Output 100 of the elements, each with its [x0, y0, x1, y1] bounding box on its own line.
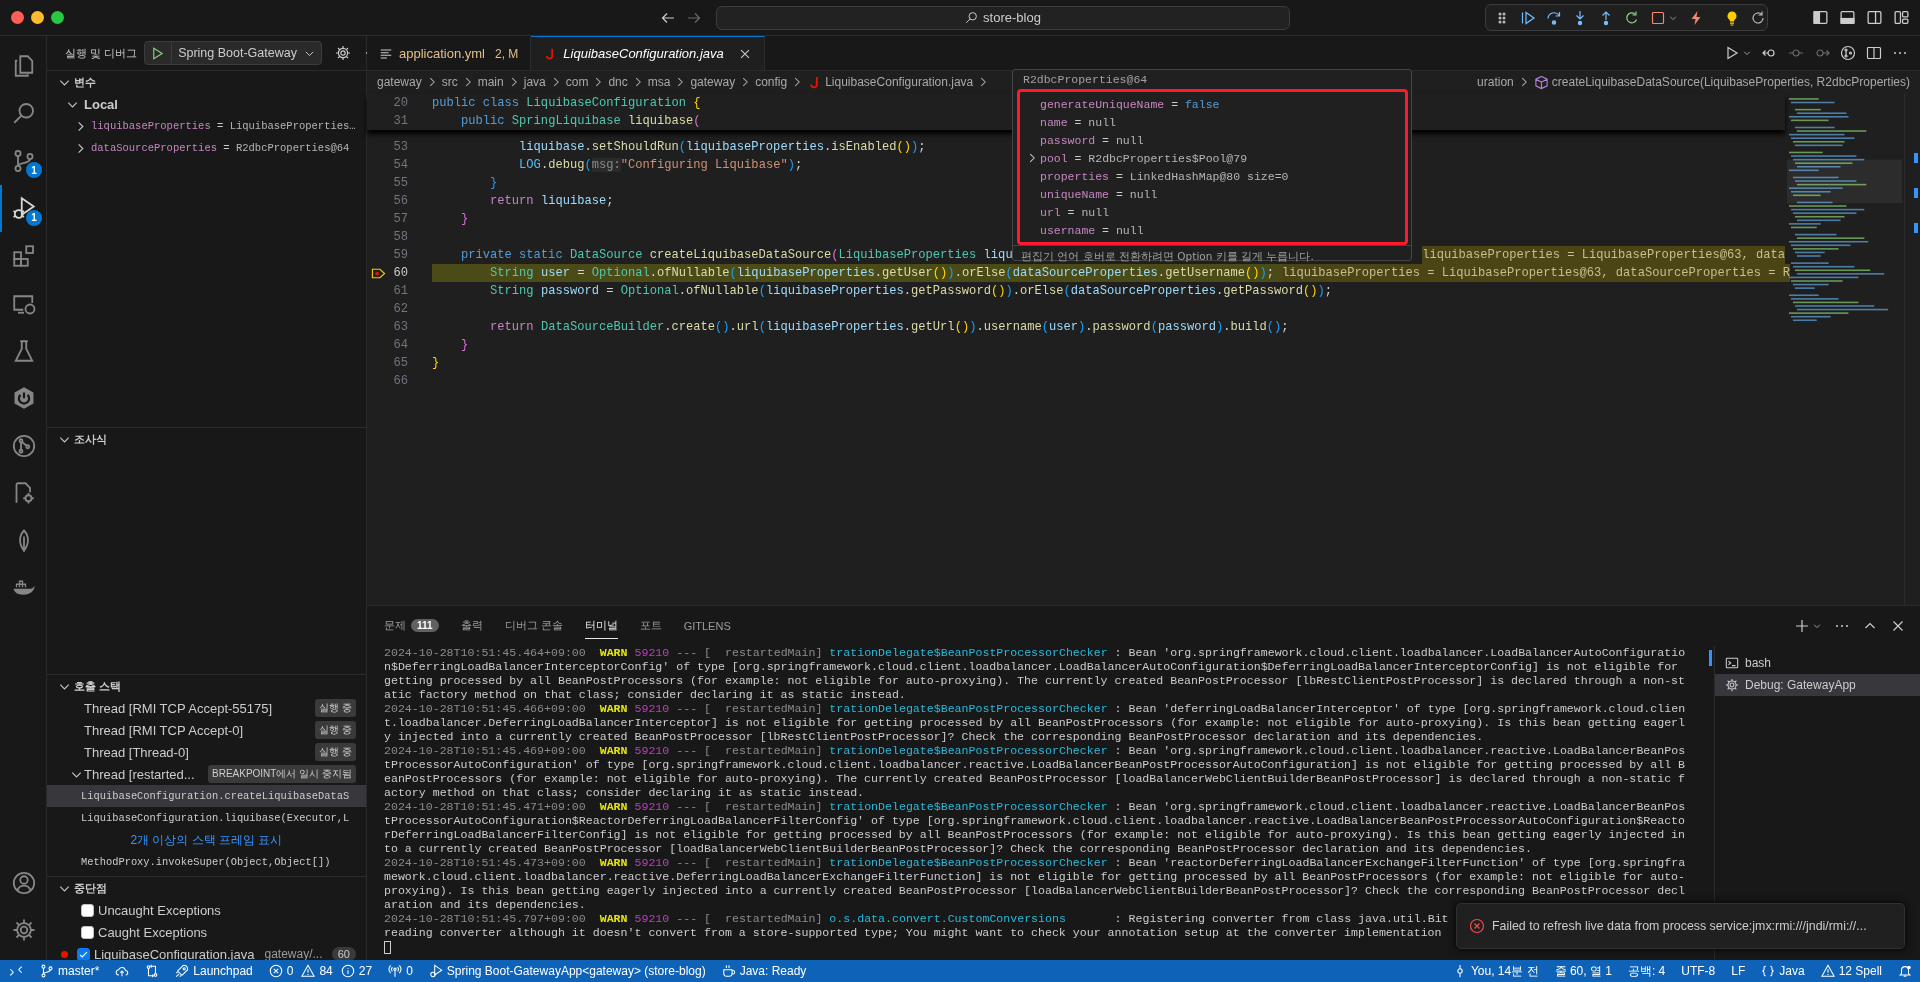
panel-toggle-icon[interactable]	[1839, 9, 1856, 26]
secondary-sidebar-icon[interactable]	[1866, 9, 1883, 26]
property-entry[interactable]: generateUniqueName = false	[1040, 97, 1220, 111]
breadcrumb-item[interactable]: gateway	[690, 75, 736, 89]
window-minimize-button[interactable]	[31, 11, 44, 24]
refresh-icon[interactable]	[1750, 9, 1766, 26]
breakpoint-label[interactable]: Uncaught Exceptions	[98, 902, 221, 918]
status-item[interactable]: 줄 60, 열 1	[1546, 960, 1620, 982]
property-entry[interactable]: password = null	[1040, 133, 1144, 147]
section-header[interactable]: 변수	[74, 74, 96, 90]
status-item[interactable]: Java: Ready	[713, 960, 815, 982]
scope-label[interactable]: Local	[84, 96, 118, 112]
line-number: 60	[392, 266, 408, 280]
property-entry[interactable]: pool = R2dbcProperties$Pool@79	[1040, 151, 1248, 165]
terminal-session[interactable]: Debug: GatewayApp	[1715, 674, 1920, 696]
panel-tab[interactable]: 디버그 콘솔	[504, 613, 563, 639]
run-icon[interactable]	[1724, 45, 1740, 61]
bell-icon[interactable]	[1898, 964, 1912, 978]
window-zoom-button[interactable]	[51, 11, 64, 24]
command-center[interactable]: store-blog	[716, 5, 1290, 30]
compare-icon[interactable]	[145, 964, 160, 978]
property-entry[interactable]: properties = LinkedHashMap@80 size=0	[1040, 169, 1289, 183]
section-header[interactable]: 중단점	[74, 880, 107, 896]
status-item[interactable]: Java	[1753, 960, 1813, 982]
property-entry[interactable]: uniqueName = null	[1040, 187, 1158, 201]
panel-tab[interactable]: 포트	[639, 613, 662, 639]
settings-icon[interactable]	[12, 918, 36, 943]
account-icon[interactable]	[12, 870, 36, 895]
launch-config-dropdown[interactable]: Spring Boot-Gateway	[144, 41, 322, 65]
panel-tab[interactable]: 터미널	[584, 613, 618, 639]
checkbox[interactable]	[81, 903, 94, 917]
variable-entry[interactable]: dataSourceProperties = R2dbcProperties@64	[91, 142, 350, 154]
settings-icon[interactable]	[334, 45, 351, 61]
show-more-link[interactable]: 2개 이상의 스택 프레임 표시	[130, 831, 283, 849]
branch-icon[interactable]	[12, 148, 36, 173]
status-item[interactable]: 12 Spell	[1812, 960, 1890, 982]
variable-entry[interactable]: liquibaseProperties = LiquibaseProperties…	[91, 120, 356, 132]
breadcrumb-item[interactable]: src	[441, 75, 458, 89]
panel-tab[interactable]: 출력	[460, 613, 483, 639]
breakpoint-label[interactable]: Caught Exceptions	[98, 924, 208, 940]
breadcrumb-item[interactable]: gateway	[377, 75, 422, 89]
editor-tab[interactable]: LiquibaseConfiguration.java	[531, 36, 765, 70]
scrollbar[interactable]	[1904, 93, 1920, 605]
terminal-line: getting processed by all BeanPostProcessors (for example: not eligible for auto-proxying). The currently created BeanPostProcessor [lbRestClientPostProcessor] is declared through a non-st	[384, 674, 1686, 688]
checkbox[interactable]	[81, 925, 94, 939]
property-entry[interactable]: name = null	[1040, 115, 1116, 129]
breadcrumb-item[interactable]: config	[755, 75, 788, 89]
panel-tab[interactable]: 문제 111	[384, 613, 439, 639]
breadcrumb-item[interactable]: LiquibaseConfiguration.java	[825, 75, 974, 89]
property-entry[interactable]: username = null	[1040, 223, 1144, 237]
remote-icon[interactable]	[9, 964, 23, 978]
search-icon[interactable]	[12, 101, 36, 126]
sidebar-toggle-icon[interactable]	[1812, 9, 1829, 26]
breadcrumb-item[interactable]: java	[523, 75, 546, 89]
continue-icon[interactable]	[1520, 9, 1536, 26]
breadcrumb-item[interactable]: com	[565, 75, 589, 89]
power-icon[interactable]	[12, 386, 36, 411]
thread-entry[interactable]: Thread [restarted...	[84, 766, 208, 782]
thread-entry[interactable]: Thread [RMI TCP Accept-0]	[84, 722, 316, 738]
breadcrumb-item[interactable]: main	[477, 75, 504, 89]
terminal-session[interactable]: bash	[1715, 652, 1920, 674]
breadcrumb-item[interactable]: createLiquibaseDataSource(LiquibaseProperties, R2dbcProperties)	[1551, 75, 1910, 89]
breadcrumb-item[interactable]: msa	[647, 75, 671, 89]
play-bug-icon[interactable]	[12, 196, 36, 221]
panel-tab[interactable]: GITLENS	[683, 613, 731, 639]
graph-icon[interactable]	[12, 433, 36, 458]
window-close-button[interactable]	[11, 11, 24, 24]
status-item[interactable]: 0	[380, 960, 421, 982]
status-item[interactable]: master*	[32, 960, 108, 982]
status-item[interactable]: Launchpad	[167, 960, 261, 982]
status-item[interactable]: LF	[1723, 960, 1754, 982]
thread-entry[interactable]: Thread [RMI TCP Accept-55175]	[84, 700, 316, 716]
split-editor-icon[interactable]	[1866, 45, 1882, 61]
add-icon[interactable]	[1794, 618, 1810, 634]
restart-icon[interactable]	[1624, 9, 1640, 26]
play-icon[interactable]	[150, 45, 166, 61]
step-over-icon[interactable]	[1546, 9, 1562, 26]
status-item[interactable]: Spring Boot-GatewayApp<gateway> (store-blog)	[420, 960, 714, 982]
breadcrumb-item[interactable]: uration	[1477, 75, 1514, 89]
status-item[interactable]: UTF-8	[1673, 960, 1724, 982]
property-entry[interactable]: url = null	[1040, 205, 1110, 219]
cloud-upload-icon[interactable]	[115, 964, 130, 978]
error-icon	[1469, 918, 1485, 934]
status-item[interactable]: You, 14분 전	[1444, 960, 1547, 982]
section-header[interactable]: 호출 스택	[74, 678, 122, 694]
flask-icon[interactable]	[12, 338, 36, 363]
stack-frame[interactable]: MethodProxy.invokeSuper(Object,Object[])	[47, 851, 366, 873]
section-header[interactable]: 조사식	[74, 431, 107, 447]
stack-frame[interactable]: LiquibaseConfiguration.liquibase(Executor,L	[47, 807, 366, 829]
extensions-icon[interactable]	[12, 243, 36, 268]
layout-icon[interactable]	[1893, 9, 1910, 26]
breadcrumb-item[interactable]: dnc	[608, 75, 628, 89]
problems-status[interactable]: 0 84 27	[260, 960, 381, 982]
stop-icon[interactable]	[1650, 9, 1666, 26]
stack-frame[interactable]: LiquibaseConfiguration.createLiquibaseDataS	[47, 785, 366, 807]
graph-icon[interactable]	[1840, 45, 1856, 61]
files-icon[interactable]	[12, 53, 36, 78]
checkbox[interactable]	[77, 947, 90, 960]
status-item[interactable]: 공백: 4	[1619, 960, 1674, 982]
thread-entry[interactable]: Thread [Thread-0]	[84, 744, 316, 760]
